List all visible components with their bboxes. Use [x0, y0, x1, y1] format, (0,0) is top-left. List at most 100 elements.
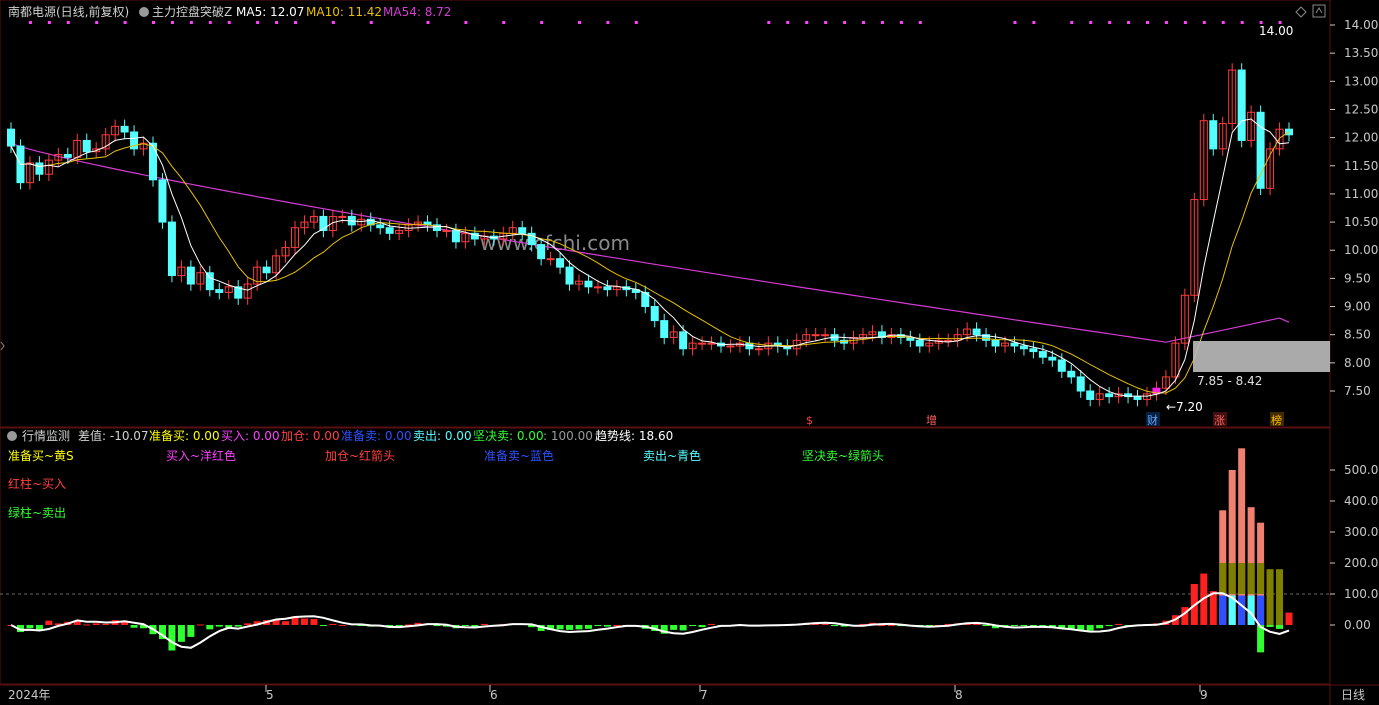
period-button[interactable]: 日线	[1341, 688, 1365, 702]
candle-body[interactable]	[376, 224, 385, 229]
event-marker-zhang[interactable]: 涨	[1214, 414, 1225, 427]
candle-body[interactable]	[7, 128, 15, 147]
legend-add: 加仓~红箭头	[325, 448, 395, 463]
chevron-left-icon[interactable]	[0, 341, 5, 351]
candle-body[interactable]	[556, 258, 565, 268]
candle-body[interactable]	[650, 306, 659, 322]
indicator-bar	[102, 623, 110, 625]
candle-body[interactable]	[158, 179, 167, 223]
price-tick-label: 9.00	[1344, 300, 1371, 314]
candle-body[interactable]	[1105, 393, 1114, 398]
chart-canvas[interactable]: www.cfchi.com 南都电源(日线,前复权) 主力控盘突破Z MA5: …	[0, 0, 1379, 705]
indicator-legend: 准备买~黄S 买入~洋红色 加仓~红箭头 准备卖~蓝色 卖出~青色 坚决卖~绿箭…	[8, 448, 884, 520]
watermark: www.cfchi.com	[480, 231, 630, 255]
indicator-name[interactable]: 主力控盘突破Z	[152, 4, 232, 19]
indicator-bar	[1010, 625, 1018, 627]
candle-body[interactable]	[120, 125, 129, 133]
candle-body[interactable]	[915, 339, 924, 347]
signal-dot	[227, 21, 231, 24]
candle-body[interactable]	[593, 286, 602, 289]
time-axis: 2024年 5 6 7 8 9 日线	[8, 685, 1365, 702]
candle-body[interactable]	[1010, 342, 1019, 347]
candle-body[interactable]	[385, 227, 394, 234]
hundred-value: : 100.00	[543, 429, 593, 443]
candle-body[interactable]	[451, 230, 460, 243]
event-marker-dollar[interactable]: $	[806, 414, 813, 427]
sell-value: 卖出: 0.00	[413, 429, 472, 443]
indicator-toggle-icon[interactable]	[139, 7, 149, 17]
candle-body[interactable]	[603, 286, 612, 291]
candle-body[interactable]	[338, 215, 347, 218]
stock-name[interactable]: 南都电源(日线,前复权)	[8, 4, 129, 19]
event-marker-zeng[interactable]: 增	[926, 413, 937, 427]
candle-body[interactable]	[1038, 351, 1047, 358]
candle-body[interactable]	[1048, 356, 1057, 361]
candle-body[interactable]	[63, 154, 72, 158]
candle-body[interactable]	[442, 230, 451, 233]
candle-body[interactable]	[707, 342, 716, 345]
candle-body[interactable]	[754, 348, 763, 351]
candle-body[interactable]	[726, 345, 735, 348]
candle-body[interactable]	[1086, 390, 1095, 400]
signal-dot	[208, 21, 212, 24]
candle-body[interactable]	[537, 244, 546, 260]
candle-body[interactable]	[821, 334, 830, 337]
candle-body[interactable]	[1133, 396, 1142, 400]
ma10-label: MA10: 11.42	[306, 5, 382, 19]
diamond-icon[interactable]	[1295, 6, 1307, 18]
indicator-bar	[187, 625, 195, 637]
month-label-5: 5	[266, 688, 274, 702]
event-marker-bang[interactable]: 榜	[1271, 413, 1282, 427]
sell-bar	[1238, 595, 1246, 625]
sub-tick-label: 400.00	[1344, 494, 1379, 508]
signal-dot	[66, 21, 70, 24]
candle-body[interactable]	[149, 142, 157, 181]
candle-body[interactable]	[1076, 376, 1085, 392]
candle-body[interactable]	[1237, 69, 1246, 141]
signal-dot	[918, 21, 922, 24]
candle-body[interactable]	[167, 221, 176, 277]
candle-body[interactable]	[215, 289, 224, 293]
candle-body[interactable]	[1209, 120, 1218, 150]
ma10-line	[10, 131, 1290, 394]
panel-button-icon[interactable]	[1312, 4, 1326, 18]
candle-body[interactable]	[546, 258, 555, 261]
candle-body[interactable]	[1019, 345, 1028, 350]
legend-red-bar: 红柱~买入	[8, 476, 66, 491]
candle-body[interactable]	[82, 139, 91, 153]
diff-value: 差值: -10.07	[78, 428, 149, 443]
signal-dot	[540, 21, 544, 24]
candle-body[interactable]	[262, 266, 271, 274]
indicator-bar	[887, 625, 895, 626]
indicator-bar	[215, 625, 223, 627]
candle-body[interactable]	[1256, 111, 1265, 189]
ma5-label: MA5: 12.07	[236, 5, 304, 19]
signal-dot	[502, 21, 506, 24]
candle-body[interactable]	[972, 328, 981, 336]
candle-body[interactable]	[1057, 359, 1066, 372]
event-marker-cai[interactable]: 财	[1147, 413, 1158, 427]
candle-body[interactable]	[991, 339, 1000, 347]
sub-indicator-name[interactable]: 行情监测	[22, 429, 70, 443]
candle-body[interactable]	[205, 272, 214, 291]
candle-body[interactable]	[660, 320, 669, 339]
signal-dot	[767, 21, 771, 24]
signal-dot	[426, 21, 430, 24]
indicator-toggle-icon[interactable]	[7, 431, 17, 441]
indicator-bar	[584, 625, 592, 629]
candle-body[interactable]	[679, 331, 688, 350]
candle-body[interactable]	[565, 266, 574, 285]
price-tick-label: 12.00	[1344, 131, 1378, 145]
candle-body[interactable]	[186, 266, 195, 285]
chevron-up-icon[interactable]	[1315, 7, 1323, 14]
ma54-line	[10, 142, 1290, 343]
signal-dot	[634, 21, 638, 24]
candle-body[interactable]	[584, 280, 593, 288]
candle-body[interactable]	[518, 227, 527, 234]
candle-body[interactable]	[811, 334, 820, 337]
candle-body[interactable]	[944, 339, 953, 342]
candle-body[interactable]	[698, 342, 707, 345]
candle-body[interactable]	[1029, 348, 1038, 353]
candle-body[interactable]	[35, 162, 44, 175]
candle-body[interactable]	[1067, 370, 1076, 378]
